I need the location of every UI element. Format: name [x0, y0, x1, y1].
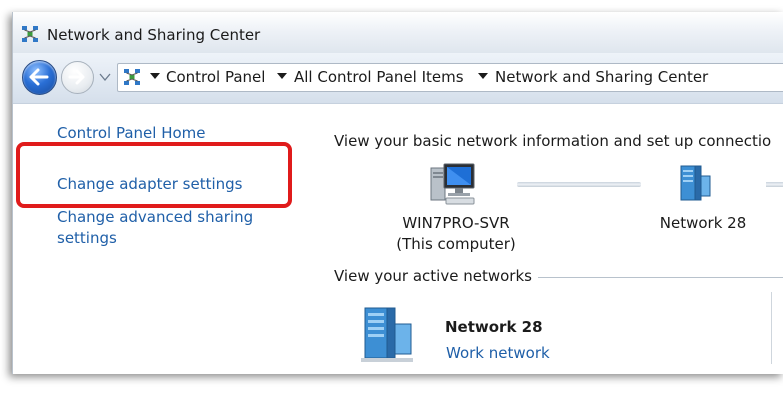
page-heading: View your basic network information and … — [334, 132, 772, 150]
window-title: Network and Sharing Center — [47, 26, 261, 44]
chevron-down-icon[interactable] — [478, 73, 488, 79]
forward-arrow-icon — [68, 69, 85, 85]
chevron-down-icon[interactable] — [150, 73, 160, 79]
address-bar[interactable]: Control Panel All Control Panel Items Ne… — [117, 63, 783, 92]
computer-name-label: WIN7PRO-SVR — [402, 214, 510, 232]
active-network-icon[interactable] — [359, 306, 415, 364]
connection-line — [766, 182, 783, 187]
network-center-icon — [124, 69, 140, 85]
breadcrumb-network-center[interactable]: Network and Sharing Center — [495, 68, 708, 86]
network-center-icon — [22, 26, 38, 42]
back-arrow-icon — [29, 68, 49, 86]
network-sharing-window: Network and Sharing Center Control Panel… — [12, 12, 783, 374]
network-icon[interactable] — [678, 164, 712, 204]
forward-button[interactable] — [61, 61, 94, 94]
breadcrumb-all-items[interactable]: All Control Panel Items — [294, 68, 464, 86]
link-line-2: settings — [57, 229, 117, 247]
back-button[interactable] — [22, 60, 57, 95]
title-bar: Network and Sharing Center — [13, 12, 783, 53]
chevron-down-icon[interactable] — [277, 73, 287, 79]
active-network-name: Network 28 — [445, 318, 543, 336]
connection-line — [517, 182, 641, 187]
network-map-label: Network 28 — [659, 214, 747, 232]
link-line-1: Change advanced sharing — [57, 208, 254, 226]
control-panel-home-link[interactable]: Control Panel Home — [57, 123, 206, 144]
change-advanced-sharing-link[interactable]: Change advanced sharing settings — [57, 207, 253, 249]
navigation-bar: Control Panel All Control Panel Items Ne… — [13, 53, 783, 104]
computer-icon[interactable] — [429, 162, 479, 208]
change-adapter-settings-link[interactable]: Change adapter settings — [57, 174, 243, 195]
computer-sub-label: (This computer) — [396, 235, 516, 253]
section-divider — [538, 277, 783, 278]
network-type-link[interactable]: Work network — [446, 344, 550, 362]
recent-pages-icon[interactable] — [99, 73, 111, 81]
column-divider — [771, 292, 772, 364]
active-networks-title: View your active networks — [334, 267, 532, 285]
breadcrumb-control-panel[interactable]: Control Panel — [166, 68, 265, 86]
